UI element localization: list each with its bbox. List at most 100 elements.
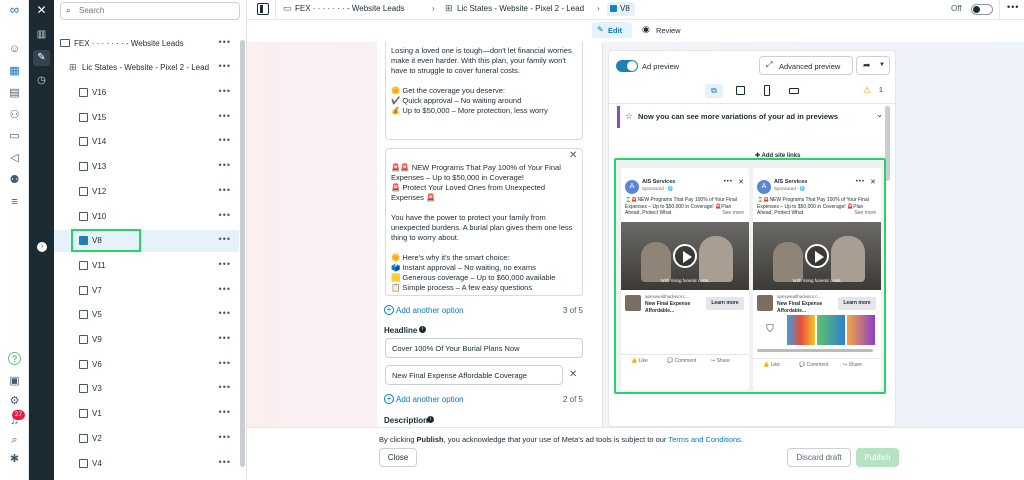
like-action[interactable]: 👍 Like [763,362,780,368]
megaphone-icon[interactable]: ◁ [6,151,23,165]
primary-text-option-3[interactable]: 🚨🚨 NEW Programs That Pay 100% of Your Fi… [385,148,583,296]
ad-video[interactable]: With rising funeral costs, [621,222,749,290]
close-icon[interactable]: ✕ [33,2,50,18]
bug-report-icon[interactable]: ✱ [6,452,23,466]
horizontal-format-icon[interactable] [789,88,799,94]
ad-preview-toggle[interactable] [616,60,638,72]
tree-ad-row[interactable]: V4 ••• [54,453,239,475]
share-action[interactable]: ↪ Share [843,362,862,368]
add-headline-option-link[interactable]: Add another option [396,395,464,404]
square-format-icon[interactable] [736,86,745,95]
more-icon[interactable]: ••• [219,457,231,467]
tree-ad-row[interactable]: V8 ••• [54,229,239,253]
campaign-on-off-toggle[interactable] [971,4,993,15]
close-icon[interactable]: ✕ [870,178,876,186]
tree-ad-row[interactable]: V7 ••• [54,280,239,302]
help-icon[interactable]: ? [8,352,21,365]
vertical-format-icon[interactable] [764,85,770,96]
tree-ad-row[interactable]: V15 ••• [54,107,239,129]
chevron-down-icon[interactable]: ⌄ [876,110,883,119]
more-icon[interactable]: ••• [219,160,231,170]
sidebar-toggle-icon[interactable] [257,3,269,15]
remove-headline-icon[interactable]: ✕ [569,369,577,380]
like-action[interactable]: 👍 Like [631,358,648,364]
close-icon[interactable]: ✕ [738,178,744,186]
learn-more-button[interactable]: Learn more [838,297,876,310]
discard-draft-button[interactable]: Discard draft [787,448,851,467]
info-icon[interactable]: i [427,416,434,423]
tree-ad-row[interactable]: V12 ••• [54,181,239,203]
more-icon[interactable]: ••• [219,407,231,417]
more-icon[interactable]: ••• [856,179,865,185]
more-icon[interactable]: ••• [219,37,231,47]
more-icon[interactable]: ••• [219,210,231,220]
tree-ad-row[interactable]: V5 ••• [54,304,239,326]
audience-icon[interactable]: ⚇ [6,108,23,122]
tree-ad-row[interactable]: V9 ••• [54,329,239,351]
more-icon[interactable]: ••• [219,234,231,244]
reports-icon[interactable]: ▣ [6,374,23,388]
carousel-scrollbar[interactable] [757,349,873,352]
edit-pencil-icon[interactable]: ✎ [33,50,50,66]
more-options-icon[interactable]: ••• [1007,2,1019,12]
dashboard-icon[interactable]: ☺ [6,42,23,56]
primary-text-option-2[interactable]: Losing a loved one is tough—don't let fi… [385,42,583,140]
tab-review[interactable]: ◉ Review [639,22,683,38]
tree-ad-row[interactable]: V2 ••• [54,428,239,450]
feed-placement-icon[interactable]: ⧉ [705,84,723,98]
tree-adset-row[interactable]: ⊞ Lic States - Website - Pixel 2 - Lead … [54,57,239,79]
tree-ad-row[interactable]: V11 ••• [54,255,239,277]
search-icon[interactable]: ⌕ [6,433,23,447]
history-clock-icon[interactable]: ◷ [33,73,50,89]
tree-scrollbar[interactable] [240,40,245,467]
play-icon[interactable] [805,244,829,268]
more-icon[interactable]: ••• [219,284,231,294]
learn-more-button[interactable]: Learn more [706,297,744,310]
headline-input-2[interactable]: New Final Expense Affordable Coverage [385,365,563,385]
see-more-link[interactable]: See more [722,210,744,216]
pages-icon[interactable]: ▤ [6,86,23,100]
chart-icon[interactable]: ▥ [33,27,50,43]
close-button[interactable]: Close [379,448,417,467]
tree-ad-row[interactable]: V13 ••• [54,156,239,178]
play-icon[interactable] [673,244,697,268]
more-icon[interactable]: ••• [219,86,231,96]
more-icon[interactable]: ••• [219,333,231,343]
tree-search-input[interactable] [79,6,234,15]
tree-ad-row[interactable]: V10 ••• [54,206,239,228]
more-icon[interactable]: ••• [219,308,231,318]
tree-ad-row[interactable]: V14 ••• [54,131,239,153]
more-icon[interactable]: ••• [219,259,231,269]
settings-gear-icon[interactable]: ⚙ [6,394,23,408]
tab-edit[interactable]: ✎ Edit [592,22,632,38]
more-icon[interactable]: ••• [219,135,231,145]
tree-ad-row[interactable]: V16 ••• [54,82,239,104]
breadcrumb-campaign[interactable]: FEX · · · · · · · - Website Leads [295,4,405,13]
more-icon[interactable]: ••• [219,358,231,368]
breadcrumb-adset[interactable]: Lic States - Website - Pixel 2 - Lead [457,4,584,13]
more-icon[interactable]: ••• [219,61,231,71]
terms-link[interactable]: Terms and Conditions [668,435,741,444]
comment-action[interactable]: 💬 Comment [799,362,828,368]
more-icon[interactable]: ••• [219,185,231,195]
expand-chevron-icon[interactable]: › [37,242,47,252]
more-icon[interactable]: ••• [219,432,231,442]
publish-button[interactable]: Publish [856,448,899,467]
advanced-preview-button[interactable]: ⤢ Advanced preview [759,56,853,75]
warning-icon[interactable]: ⚠ [863,85,871,96]
more-icon[interactable]: ••• [219,382,231,392]
menu-icon[interactable]: ≡ [6,195,23,209]
tree-ad-row[interactable]: V6 ••• [54,354,239,376]
meta-logo-icon[interactable]: ∞ [6,3,23,17]
share-dropdown-button[interactable]: ➦ ▼ [856,56,890,75]
headline-input-1[interactable]: Cover 100% Of Your Burial Plans Now [385,338,583,358]
info-icon[interactable]: i [419,326,426,333]
breadcrumb-ad[interactable]: V8 [607,2,635,16]
share-action[interactable]: ↪ Share [711,358,730,364]
more-icon[interactable]: ••• [219,111,231,121]
billing-card-icon[interactable]: ▭ [6,129,23,143]
tree-ad-row[interactable]: V1 ••• [54,403,239,425]
tree-ad-row[interactable]: V3 ••• [54,378,239,400]
add-icon[interactable]: + [384,305,394,315]
page-name[interactable]: AIS Services [642,179,675,185]
